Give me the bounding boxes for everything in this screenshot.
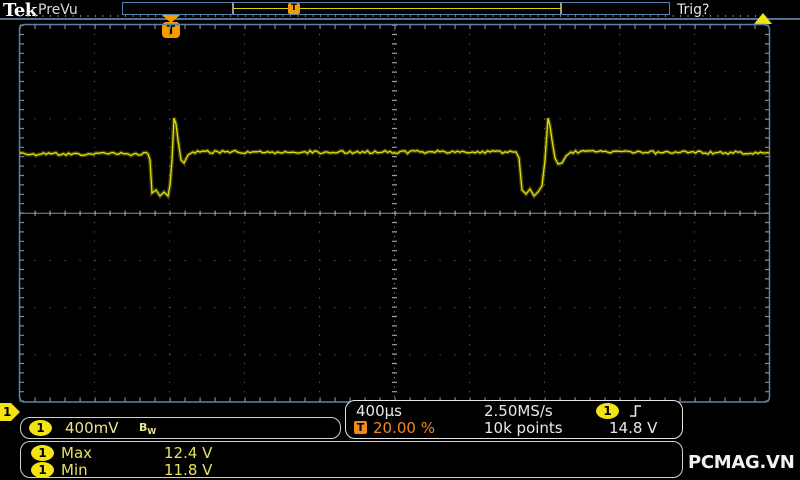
channel1-badge: 1 bbox=[31, 445, 54, 461]
timebase-value: 400µs bbox=[356, 402, 402, 420]
channel1-badge: 1 bbox=[31, 462, 54, 478]
record-length-value: 10k points bbox=[484, 419, 563, 437]
bandwidth-limit-icon: BW bbox=[139, 421, 156, 436]
watermark: PCMAG.VN bbox=[688, 452, 794, 473]
sample-rate-value: 2.50MS/s bbox=[484, 402, 553, 420]
measurement-row-max: 1 Max 12.4 V bbox=[21, 444, 682, 461]
graticule-grid bbox=[20, 25, 770, 403]
channel1-readout-box: 1 400mV BW bbox=[20, 417, 341, 439]
channel1-scale-value: 400mV bbox=[65, 419, 119, 437]
measurement-name: Min bbox=[61, 461, 88, 479]
trigger-position-value: 20.00 % bbox=[373, 419, 435, 437]
measurement-name: Max bbox=[61, 444, 92, 462]
trigger-t-icon: T bbox=[354, 421, 367, 434]
measurements-box: 1 Max 12.4 V 1 Min 11.8 V bbox=[20, 441, 683, 478]
oscilloscope-screen: Tek PreVu Trig? T T 1 1 400mV BW 400µs 2… bbox=[0, 0, 800, 480]
bw-subscript: W bbox=[147, 427, 156, 436]
measurement-row-min: 1 Min 11.8 V bbox=[21, 461, 682, 478]
trigger-level-value: 14.8 V bbox=[609, 419, 657, 437]
measurement-value: 11.8 V bbox=[164, 461, 212, 479]
trigger-rising-edge-icon bbox=[629, 403, 643, 419]
trigger-source-badge: 1 bbox=[596, 403, 619, 419]
measurement-value: 12.4 V bbox=[164, 444, 212, 462]
channel1-badge: 1 bbox=[29, 420, 52, 436]
horizontal-trigger-readout-box: 400µs 2.50MS/s 1 T 20.00 % 10k points 14… bbox=[345, 400, 683, 439]
